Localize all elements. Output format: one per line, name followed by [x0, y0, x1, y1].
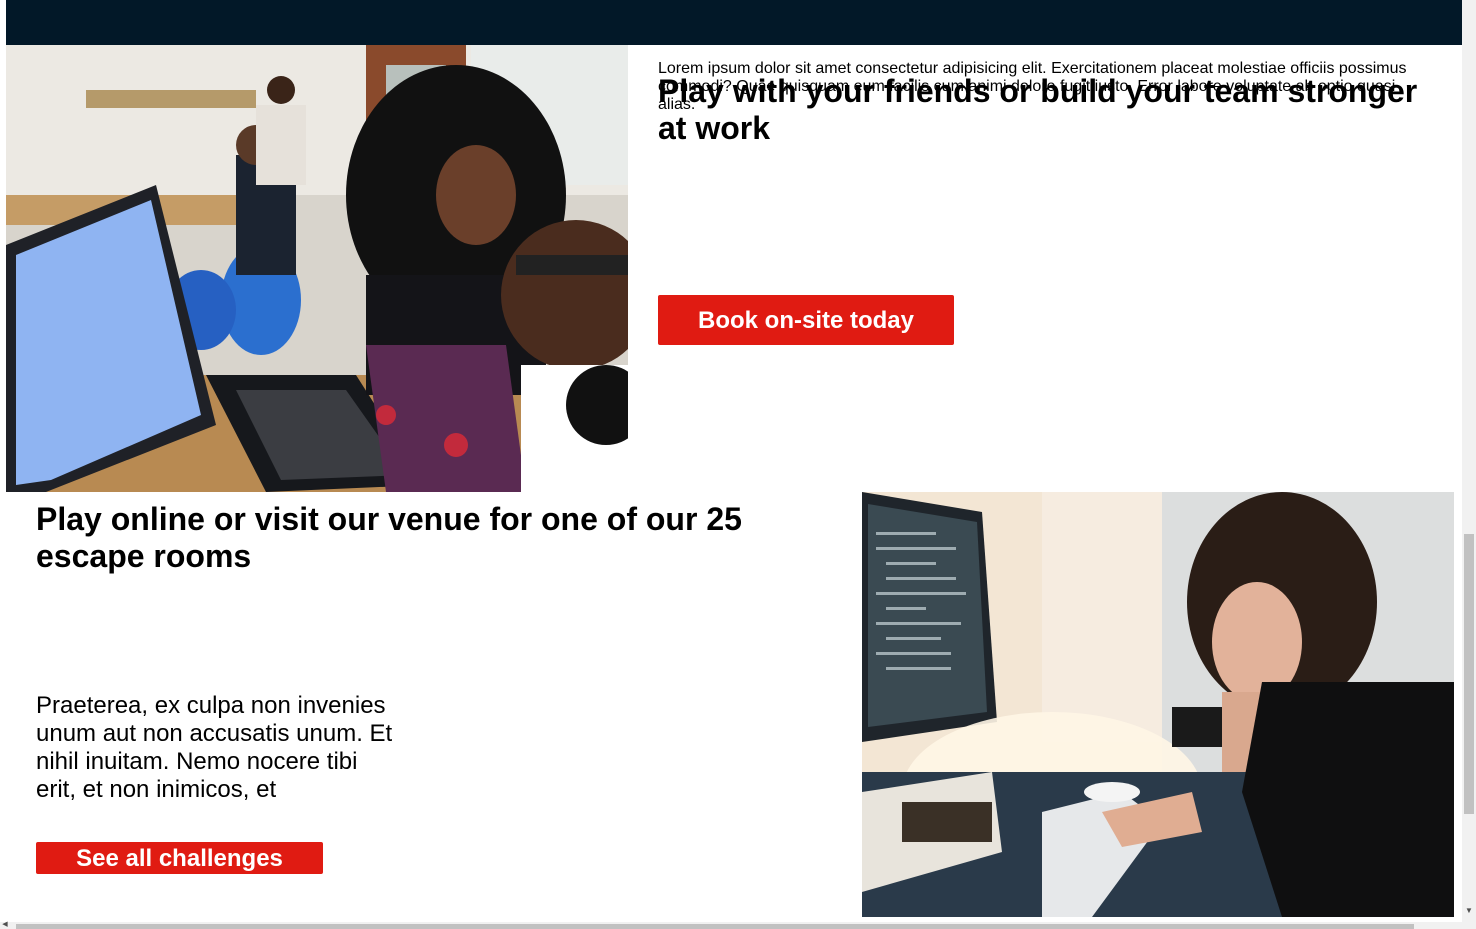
section-paragraph: Praeterea, ex culpa non invenies unum au… [36, 692, 393, 803]
see-all-challenges-button[interactable]: See all challenges [36, 842, 323, 874]
section-heading-online: Play online or visit our venue for one o… [36, 501, 742, 574]
book-on-site-button[interactable]: Book on-site today [658, 295, 954, 345]
page: Lorem ipsum dolor sit amet consectetur a… [0, 0, 1476, 929]
triangle-down-icon[interactable]: ▼ [1462, 904, 1476, 918]
triangle-left-icon[interactable]: ◀ [0, 921, 10, 929]
vertical-scrollbar-thumb[interactable] [1464, 534, 1474, 814]
section-heading-friends: Play with your friends or build your tea… [658, 73, 1418, 146]
horizontal-scrollbar-thumb[interactable] [16, 924, 1414, 929]
top-navigation-bar [6, 0, 1462, 45]
developer-photo [862, 492, 1454, 917]
team-photo [6, 45, 628, 492]
